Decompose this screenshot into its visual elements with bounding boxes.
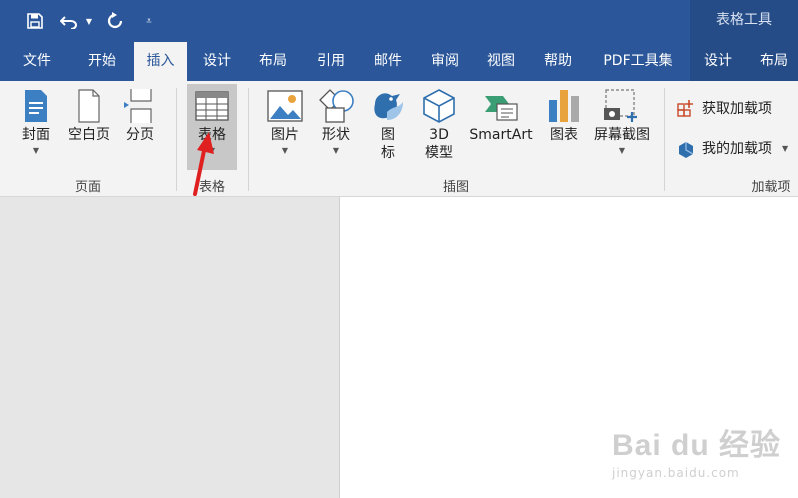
icons-label-line1: 图 <box>381 127 395 143</box>
icons-label-line2: 标 <box>381 145 395 161</box>
tab-layout[interactable]: 布局 <box>247 42 299 81</box>
chevron-down-icon: ▼ <box>281 146 289 155</box>
smartart-button[interactable]: SmartArt <box>466 86 536 144</box>
save-icon[interactable] <box>24 8 46 34</box>
pictures-button[interactable]: 图片 ▼ <box>262 86 308 156</box>
page-break-button[interactable]: 分页 <box>118 86 162 144</box>
tab-view[interactable]: 视图 <box>475 42 527 81</box>
cover-page-button[interactable]: 封面 ▼ <box>14 86 58 156</box>
get-addins-button[interactable]: 获取加载项 <box>676 96 798 120</box>
my-addins-button[interactable]: 我的加载项 ▼ <box>676 136 798 160</box>
get-addins-label: 获取加载项 <box>702 101 772 117</box>
chevron-down-icon: ▼ <box>32 146 40 155</box>
undo-dropdown-icon[interactable]: ▼ <box>84 8 94 34</box>
smartart-icon <box>485 96 518 121</box>
tab-table-design[interactable]: 设计 <box>694 42 742 81</box>
group-separator <box>664 88 665 191</box>
page-break-label: 分页 <box>126 127 154 143</box>
page-break-icon <box>124 89 152 123</box>
3d-models-label-line2: 模型 <box>425 145 453 161</box>
chevron-down-icon: ▼ <box>618 146 626 155</box>
tab-file[interactable]: 文件 <box>12 42 62 81</box>
document-background <box>0 197 339 498</box>
screenshot-label: 屏幕截图 <box>594 127 650 143</box>
addins-group-label: 加载项 <box>751 180 791 195</box>
cover-page-label: 封面 <box>22 127 50 143</box>
3d-models-button[interactable]: 3D 模型 <box>417 86 461 162</box>
tab-help[interactable]: 帮助 <box>532 42 584 81</box>
undo-icon[interactable] <box>58 8 80 34</box>
chevron-down-icon[interactable]: ▼ <box>782 144 788 153</box>
picture-icon <box>267 90 303 122</box>
tab-pdf-tools[interactable]: PDF工具集 <box>592 42 684 81</box>
tab-table-layout[interactable]: 布局 <box>750 42 798 81</box>
illustrations-group-label: 插图 <box>442 180 469 195</box>
contextual-title: 表格工具 <box>690 0 798 42</box>
my-addins-icon <box>679 142 694 158</box>
table-icon <box>195 91 229 121</box>
screenshot-icon <box>604 89 637 122</box>
cover-page-icon <box>25 90 47 122</box>
3d-models-label-line1: 3D <box>429 127 449 143</box>
get-addins-icon <box>677 100 693 117</box>
tab-home[interactable]: 开始 <box>76 42 128 81</box>
blank-page-label: 空白页 <box>68 127 110 143</box>
annotation-arrow <box>193 132 214 196</box>
shapes-icon <box>319 89 354 123</box>
chart-button[interactable]: 图表 <box>543 86 585 144</box>
redo-icon[interactable] <box>104 8 126 34</box>
pictures-label: 图片 <box>271 127 299 143</box>
chart-label: 图表 <box>550 127 578 143</box>
pages-group-label: 页面 <box>74 180 101 195</box>
chevron-down-icon: ▼ <box>332 146 340 155</box>
customize-toolbar-icon[interactable]: ⩡ <box>142 8 156 34</box>
tab-design[interactable]: 设计 <box>191 42 243 81</box>
screenshot-button[interactable]: 屏幕截图 ▼ <box>589 86 655 156</box>
chart-icon <box>549 90 579 122</box>
icons-button[interactable]: 图 标 <box>367 86 409 162</box>
tab-insert[interactable]: 插入 <box>134 42 187 81</box>
my-addins-label: 我的加载项 <box>702 141 772 157</box>
blank-page-icon <box>78 89 100 123</box>
smartart-label: SmartArt <box>469 127 533 143</box>
tab-mailings[interactable]: 邮件 <box>362 42 414 81</box>
blank-page-button[interactable]: 空白页 <box>63 86 115 144</box>
watermark: Bai du 经验 jingyan.baidu.com <box>612 420 792 490</box>
shapes-button[interactable]: 形状 ▼ <box>313 86 359 156</box>
watermark-brand: Bai du 经验 <box>612 429 782 462</box>
tab-review[interactable]: 审阅 <box>419 42 471 81</box>
cube-icon <box>423 89 455 123</box>
shapes-label: 形状 <box>322 127 350 143</box>
icons-icon <box>374 93 403 120</box>
watermark-url: jingyan.baidu.com <box>612 466 740 480</box>
tab-references[interactable]: 引用 <box>305 42 357 81</box>
